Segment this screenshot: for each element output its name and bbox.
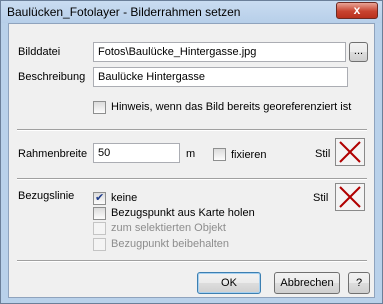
bezug-style-button[interactable] <box>335 183 365 211</box>
dialog-body: Bilddatei Fotos\Baulücke_Hintergasse.jpg… <box>8 23 375 298</box>
hinweis-label[interactable]: Hinweis, wenn das Bild bereits georefere… <box>111 101 351 113</box>
keine-checkbox[interactable] <box>93 191 106 205</box>
window-title: Baulücken_Fotolayer - Bilderrahmen setze… <box>7 5 241 19</box>
beschreibung-label: Beschreibung <box>18 71 86 83</box>
browse-button[interactable]: ... <box>349 42 368 62</box>
separator-2 <box>17 178 367 180</box>
bilddatei-label: Bilddatei <box>18 46 61 58</box>
title-bar[interactable]: Baulücken_Fotolayer - Bilderrahmen setze… <box>1 1 382 23</box>
dialog-window: Baulücken_Fotolayer - Bilderrahmen setze… <box>0 0 383 304</box>
bezug-stil-label: Stil <box>313 192 329 204</box>
selektiertes-objekt-checkbox[interactable] <box>93 222 106 235</box>
separator-1 <box>17 129 367 131</box>
fixieren-label[interactable]: fixieren <box>231 149 266 161</box>
red-x-icon <box>339 141 361 163</box>
rahmen-stil-label: Stil <box>315 148 331 160</box>
separator-3 <box>17 260 367 262</box>
rahmenbreite-label: Rahmenbreite <box>18 148 88 160</box>
bezugspunkt-karte-checkbox[interactable] <box>93 207 106 220</box>
rahmenbreite-input[interactable]: 50 <box>93 143 180 163</box>
red-x-icon <box>339 186 361 208</box>
hinweis-checkbox[interactable] <box>93 101 106 114</box>
bilddatei-input[interactable]: Fotos\Baulücke_Hintergasse.jpg <box>93 42 346 62</box>
close-button[interactable]: x <box>336 2 378 19</box>
rahmenbreite-unit: m <box>186 148 196 160</box>
cancel-button[interactable]: Abbrechen <box>274 272 340 294</box>
ok-button[interactable]: OK <box>197 272 261 294</box>
beschreibung-input[interactable]: Baulücke Hintergasse <box>93 67 348 87</box>
keine-label[interactable]: keine <box>111 192 137 204</box>
fixieren-checkbox[interactable] <box>213 148 226 161</box>
selektiertes-objekt-label: zum selektierten Objekt <box>111 222 226 234</box>
bezugspunkt-karte-label[interactable]: Bezugspunkt aus Karte holen <box>111 207 255 219</box>
bezugslinie-label: Bezugslinie <box>18 190 75 202</box>
bezugpunkt-beibehalten-label: Bezugpunkt beibehalten <box>111 238 230 250</box>
rahmen-style-button[interactable] <box>335 138 365 166</box>
help-button[interactable]: ? <box>348 272 370 294</box>
bezugpunkt-beibehalten-checkbox[interactable] <box>93 238 106 251</box>
